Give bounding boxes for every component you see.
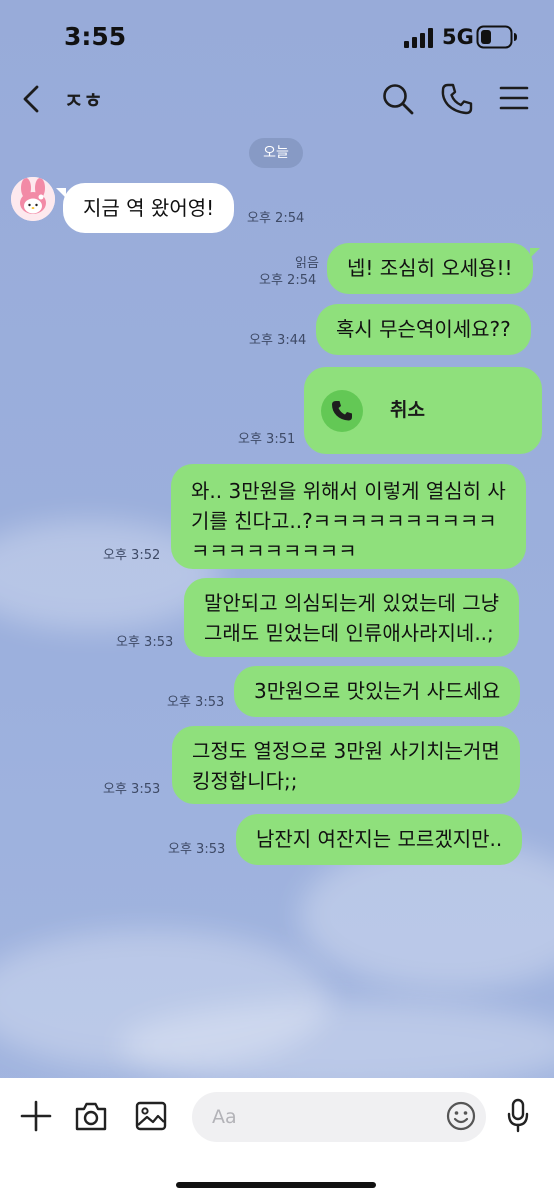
emoji-icon[interactable]: [445, 1100, 477, 1132]
avatar[interactable]: [11, 177, 55, 221]
sent-message-bubble[interactable]: 남잔지 여잔지는 모르겠지만..: [236, 814, 523, 865]
message-time: 오후 3:53: [168, 842, 226, 857]
date-divider: 오늘: [249, 138, 303, 168]
search-icon[interactable]: [381, 82, 415, 116]
message-time: 오후 3:44: [249, 333, 307, 348]
battery-icon: [476, 25, 517, 49]
sent-message-bubble[interactable]: 말안되고 의심되는게 있었는데 그냥 그래도 믿었는데 인류애사라지네..;: [184, 578, 520, 657]
network-label: 5G: [442, 25, 474, 49]
chat-title: ㅈㅎ: [64, 89, 103, 113]
plus-icon[interactable]: [20, 1100, 52, 1132]
message-time: 오후 3:53: [103, 782, 161, 797]
bunny-avatar-image: [11, 177, 55, 221]
sent-message-bubble[interactable]: 넵! 조심히 오세용!!: [327, 243, 540, 294]
message-time: 오후 3:51: [238, 432, 296, 447]
status-time: 3:55: [64, 22, 127, 51]
message-time: 오후 2:54: [259, 273, 317, 288]
message-time: 오후 3:53: [116, 635, 174, 650]
call-icon[interactable]: [440, 82, 474, 116]
chat-screen: 3:55 5G ㅈㅎ 오늘 지금 역 왔어영! 오후 2:54 읽음 오후 2:…: [0, 0, 554, 1200]
sent-message-bubble[interactable]: 3만원으로 맛있는거 사드세요: [234, 666, 521, 717]
menu-icon[interactable]: [499, 84, 529, 112]
back-icon[interactable]: [16, 83, 48, 115]
sent-message-bubble[interactable]: 그정도 열정으로 3만원 사기치는거면 킹정합니다;;: [172, 726, 520, 804]
camera-icon[interactable]: [74, 1100, 108, 1132]
sent-message-bubble[interactable]: 와.. 3만원을 위해서 이렇게 열심히 사 기를 친다고..?ㅋㅋㅋㅋㅋㅋㅋㅋ…: [171, 464, 526, 569]
message-time: 오후 2:54: [247, 211, 305, 226]
message-input[interactable]: [192, 1092, 486, 1142]
sent-message-bubble[interactable]: 혹시 무슨역이세요??: [316, 304, 531, 355]
composer-bar: [0, 1078, 554, 1200]
cloud-decoration: [120, 1000, 554, 1090]
phone-icon: [332, 401, 352, 421]
mic-icon[interactable]: [506, 1098, 530, 1134]
home-indicator: [176, 1182, 376, 1188]
signal-icon: [404, 28, 433, 48]
call-status-label: 취소: [390, 399, 425, 421]
call-icon-circle: [321, 390, 363, 432]
read-receipt: 읽음: [295, 256, 319, 271]
message-time: 오후 3:52: [103, 548, 161, 563]
call-card[interactable]: 취소: [304, 367, 542, 454]
received-message-bubble[interactable]: 지금 역 왔어영!: [55, 183, 235, 233]
image-icon[interactable]: [135, 1100, 167, 1132]
message-time: 오후 3:53: [167, 695, 225, 710]
